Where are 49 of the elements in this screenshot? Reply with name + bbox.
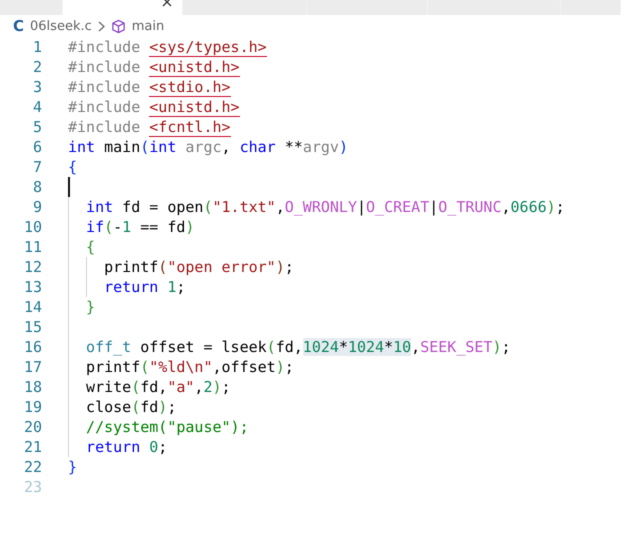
line-number: 21 [22,437,42,457]
line-number: 20 [22,417,42,437]
code-line: #include <unistd.h> [68,97,240,117]
code-line: int main(int argc, char **argv) [68,137,348,157]
line-number: 5 [32,117,42,137]
line-number: 4 [32,97,42,117]
code-line: return 1; [104,277,186,297]
code-line: printf("%ld\n",offset); [86,357,294,377]
cube-icon [110,18,126,34]
code-line: close(fd); [86,397,176,417]
line-number: 14 [22,297,42,317]
line-number: 13 [22,277,42,297]
chevron-icon [98,20,105,32]
code-line: { [86,237,96,257]
code-line: write(fd,"a",2); [86,377,231,397]
code-line: #include <sys/types.h> [68,37,267,57]
line-number: 2 [32,57,42,77]
line-number: 16 [22,337,42,357]
breadcrumb-file[interactable]: 06lseek.c [30,18,92,34]
code-line: //system("pause"); [86,417,249,437]
file-type-letter: C [13,17,24,35]
line-number: 8 [32,177,42,197]
line-number: 9 [32,197,42,217]
line-number: 3 [32,77,42,97]
close-icon[interactable] [162,0,172,7]
line-number: 7 [32,157,42,177]
line-number: 18 [22,377,42,397]
line-number: 11 [22,237,42,257]
code-line: } [86,297,96,317]
code-line: return 0; [86,437,168,457]
line-number: 17 [22,357,42,377]
line-number: 15 [22,317,42,337]
code-line: int fd = open("1.txt",O_WRONLY|O_CREAT|O_TRUNC,0666); [86,197,565,217]
code-line: #include <fcntl.h> [68,117,231,137]
line-number: 12 [22,257,42,277]
code-line: #include <stdio.h> [68,77,231,97]
code-line: #include <unistd.h> [68,57,240,77]
line-number: 1 [32,37,42,57]
line-number: 23 [22,477,42,497]
line-number: 19 [22,397,42,417]
line-number: 22 [22,457,42,477]
code-line: { [68,157,78,177]
line-number: 10 [22,217,42,237]
code-line: printf("open error"); [104,257,294,277]
line-number: 6 [32,137,42,157]
breadcrumb-symbol[interactable]: main [132,18,164,34]
code-line: } [68,457,78,477]
code-line: off_t offset = lseek(fd,1024*1024*10,SEEK_SET); [86,337,511,357]
code-line: if(-1 == fd) [86,217,194,237]
